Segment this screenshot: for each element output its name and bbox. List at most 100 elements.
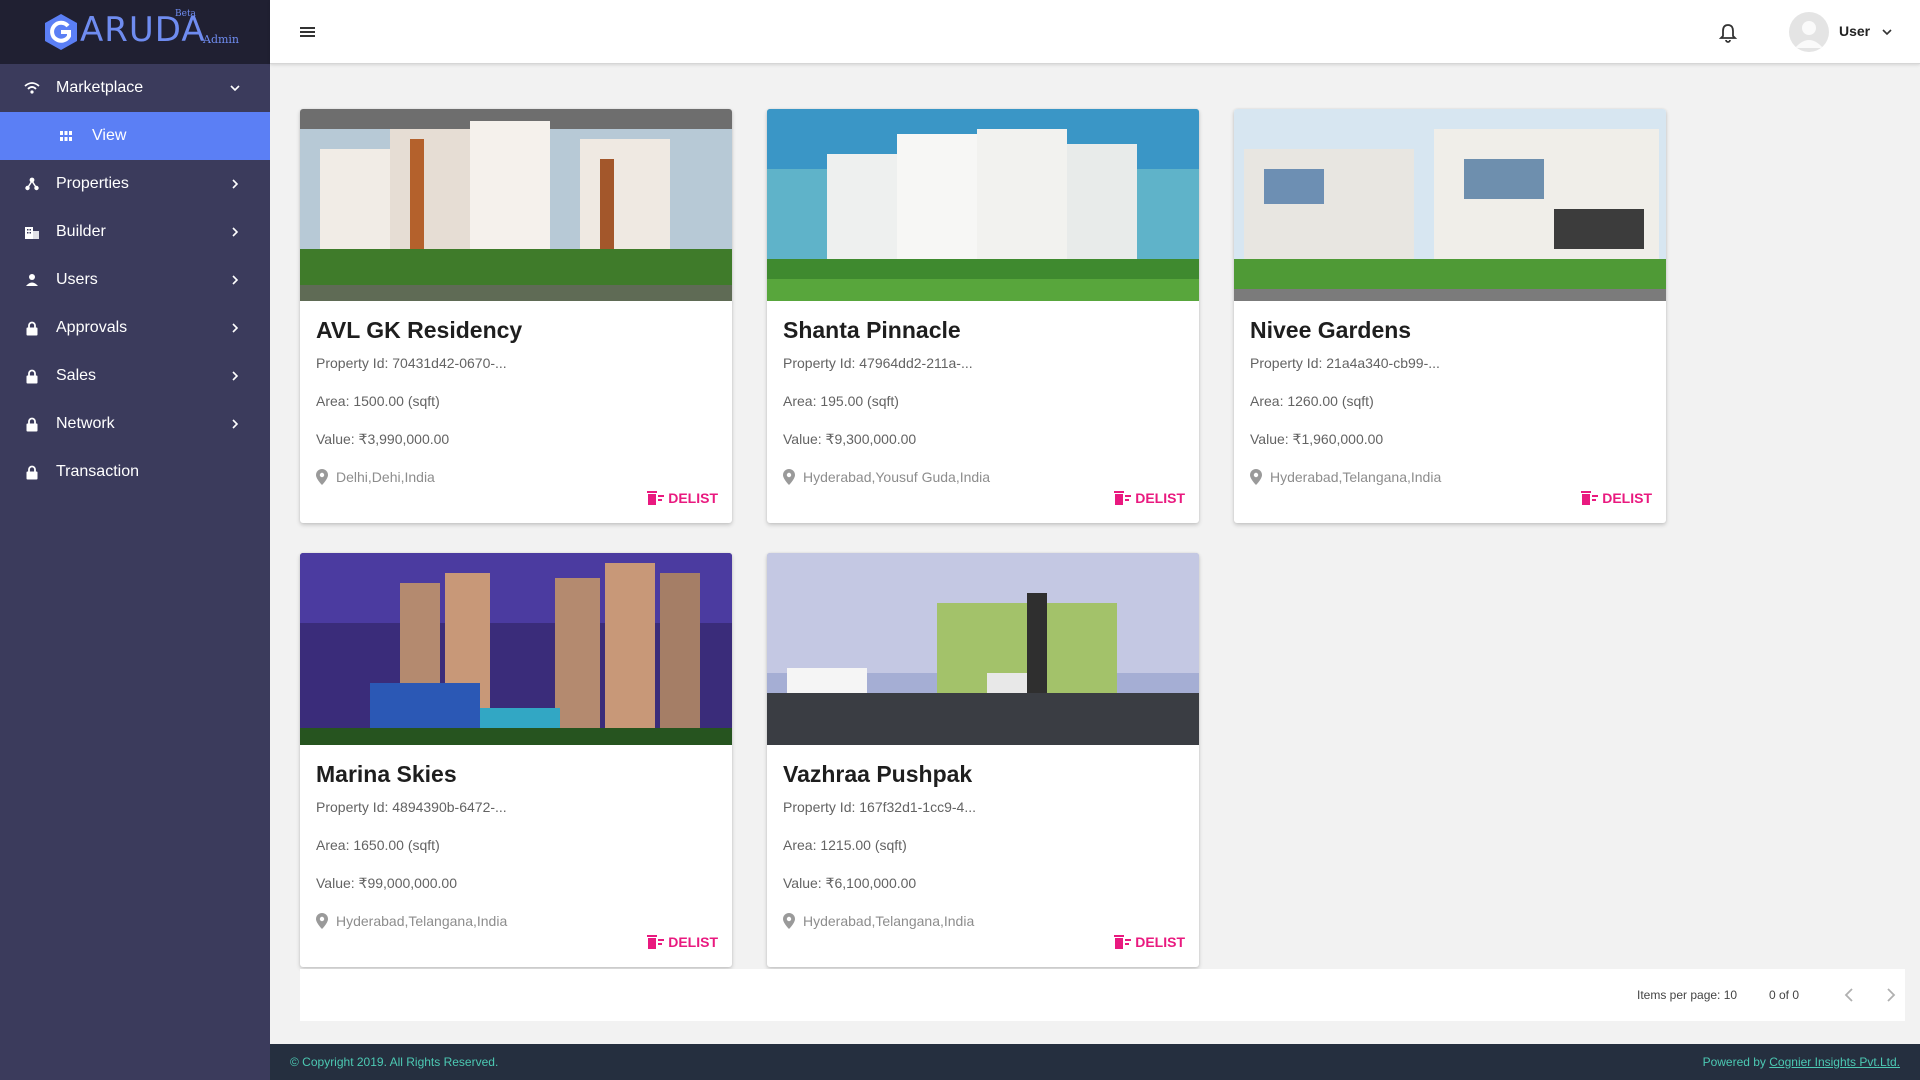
property-image (300, 553, 732, 745)
network-icon (24, 176, 40, 192)
sidebar-item-transaction[interactable]: Transaction (0, 448, 270, 496)
property-value: Value: ₹99,000,000.00 (316, 875, 457, 891)
grid-icon (58, 128, 74, 144)
sidebar-item-label: Properties (56, 175, 129, 192)
property-area: Area: 1500.00 (sqft) (316, 393, 440, 409)
chevron-right-icon[interactable] (1881, 986, 1899, 1004)
chevron-right-icon (232, 179, 239, 189)
top-bar: User (270, 0, 1920, 64)
property-location: Hyderabad,Telangana,India (783, 913, 974, 929)
location-pin-icon (316, 469, 328, 485)
powered-by: Powered by Cognier Insights Pvt.Ltd. (1703, 1055, 1900, 1069)
sidebar-item-view[interactable]: View (0, 112, 270, 160)
property-image (767, 553, 1199, 745)
property-location: Delhi,Dehi,India (316, 469, 435, 485)
lock-icon (24, 320, 40, 336)
copyright-text: © Copyright 2019. All Rights Reserved. (290, 1055, 499, 1069)
location-pin-icon (783, 913, 795, 929)
user-menu-label[interactable]: User (1839, 23, 1870, 39)
delist-label: DELIST (668, 934, 718, 950)
person-icon (24, 272, 40, 288)
items-per-page-label[interactable]: Items per page: 10 (1637, 988, 1737, 1002)
property-location: Hyderabad,Telangana,India (316, 913, 507, 929)
lock-icon (24, 416, 40, 432)
property-value: Value: ₹9,300,000.00 (783, 431, 917, 447)
notification-bell-icon[interactable] (1718, 22, 1738, 44)
location-text: Hyderabad,Telangana,India (1270, 469, 1442, 485)
property-image (300, 109, 732, 301)
delist-button[interactable]: DELIST (646, 934, 718, 950)
delist-icon (1114, 935, 1132, 949)
footer: © Copyright 2019. All Rights Reserved. P… (270, 1044, 1920, 1080)
property-value: Value: ₹1,960,000.00 (1250, 431, 1384, 447)
property-location: Hyderabad,Telangana,India (1250, 469, 1441, 485)
chevron-right-icon (232, 419, 239, 429)
property-title[interactable]: Marina Skies (316, 761, 457, 788)
property-id: Property Id: 47964dd2-211a-... (783, 355, 973, 371)
wifi-icon (24, 80, 40, 96)
chevron-down-icon (230, 85, 240, 92)
company-link[interactable]: Cognier Insights Pvt.Ltd. (1769, 1055, 1900, 1069)
property-title[interactable]: Vazhraa Pushpak (783, 761, 972, 788)
sidebar-item-label: View (92, 127, 127, 144)
property-image (1234, 109, 1666, 301)
garuda-logo-icon (45, 14, 77, 50)
sidebar-item-marketplace[interactable]: Marketplace (0, 64, 270, 112)
property-value: Value: ₹3,990,000.00 (316, 431, 450, 447)
lock-icon (24, 368, 40, 384)
delist-label: DELIST (668, 490, 718, 506)
sidebar-item-network[interactable]: Network (0, 400, 270, 448)
property-location: Hyderabad,Yousuf Guda,India (783, 469, 990, 485)
delist-icon (647, 935, 665, 949)
chevron-right-icon (232, 227, 239, 237)
sidebar-item-builder[interactable]: Builder (0, 208, 270, 256)
location-text: Hyderabad,Yousuf Guda,India (803, 469, 991, 485)
property-title[interactable]: Shanta Pinnacle (783, 317, 961, 344)
sidebar-item-properties[interactable]: Properties (0, 160, 270, 208)
sidebar-item-label: Marketplace (56, 79, 144, 96)
property-card: Vazhraa Pushpak Property Id: 167f32d1-1c… (767, 553, 1199, 967)
property-id: Property Id: 4894390b-6472-... (316, 799, 507, 815)
property-area: Area: 1650.00 (sqft) (316, 837, 440, 853)
sidebar-item-label: Transaction (56, 463, 139, 480)
sidebar-item-approvals[interactable]: Approvals (0, 304, 270, 352)
sidebar-item-label: Users (56, 271, 98, 288)
property-card: Shanta Pinnacle Property Id: 47964dd2-21… (767, 109, 1199, 523)
delist-button[interactable]: DELIST (1113, 490, 1185, 506)
avatar[interactable] (1789, 12, 1829, 52)
property-value: Value: ₹6,100,000.00 (783, 875, 917, 891)
property-id: Property Id: 70431d42-0670-... (316, 355, 507, 371)
delist-button[interactable]: DELIST (1580, 490, 1652, 506)
logo[interactable]: ARUDA Beta Admin (0, 0, 270, 64)
sidebar-item-users[interactable]: Users (0, 256, 270, 304)
delist-button[interactable]: DELIST (646, 490, 718, 506)
delist-icon (1581, 491, 1599, 505)
property-image (767, 109, 1199, 301)
location-pin-icon (1250, 469, 1262, 485)
delist-label: DELIST (1135, 934, 1185, 950)
sidebar-item-label: Builder (56, 223, 106, 240)
property-card: Marina Skies Property Id: 4894390b-6472-… (300, 553, 732, 967)
hamburger-menu-icon[interactable] (297, 22, 319, 42)
powered-by-prefix: Powered by (1702, 1055, 1770, 1069)
user-avatar-icon (1795, 21, 1823, 48)
property-title[interactable]: AVL GK Residency (316, 317, 522, 344)
location-text: Hyderabad,Telangana,India (803, 913, 975, 929)
property-area: Area: 195.00 (sqft) (783, 393, 899, 409)
page-range: 0 of 0 (1769, 988, 1800, 1002)
sidebar-item-sales[interactable]: Sales (0, 352, 270, 400)
chevron-left-icon[interactable] (1841, 986, 1859, 1004)
sidebar-item-label: Sales (56, 367, 97, 384)
delist-label: DELIST (1135, 490, 1185, 506)
property-title[interactable]: Nivee Gardens (1250, 317, 1411, 344)
delist-label: DELIST (1602, 490, 1652, 506)
property-id: Property Id: 21a4a340-cb99-... (1250, 355, 1440, 371)
paginator: Items per page: 10 0 of 0 (300, 969, 1905, 1021)
chevron-down-icon[interactable] (1881, 26, 1893, 38)
delist-icon (647, 491, 665, 505)
sidebar: ARUDA Beta Admin Marketplace View Proper… (0, 0, 270, 1080)
delist-button[interactable]: DELIST (1113, 934, 1185, 950)
location-pin-icon (783, 469, 795, 485)
sidebar-item-label: Approvals (56, 319, 128, 336)
building-icon (24, 224, 40, 240)
